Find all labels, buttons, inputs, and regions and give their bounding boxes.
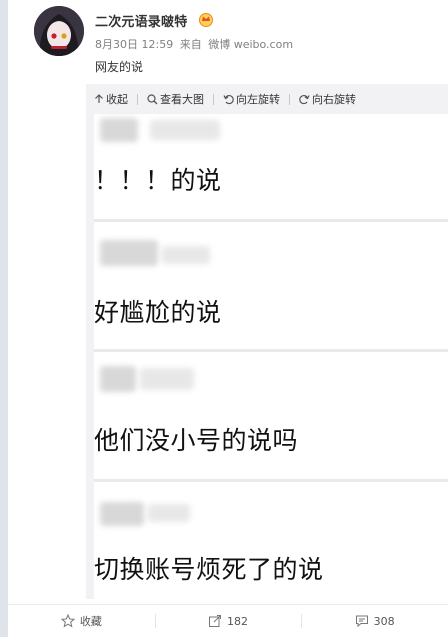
weibo-post-card: 二次元语录啵特 8月30日 12:59 来自 微博 weibo.com 网友的说… <box>8 0 448 637</box>
view-large-button[interactable]: 查看大图 <box>147 91 204 107</box>
post-text: 网友的说 <box>95 60 144 74</box>
message-bubble: ！！！的说 <box>94 114 448 219</box>
collapse-label: 收起 <box>106 93 128 106</box>
post-action-bar: 收藏 182 308 <box>8 604 448 637</box>
vip-crown-icon[interactable] <box>198 11 214 27</box>
view-large-label: 查看大图 <box>160 93 204 106</box>
message-text: 切换账号烦死了的说 <box>94 555 324 584</box>
blurred-username <box>100 118 138 142</box>
media-viewer: 收起 查看大图 向左旋转 向右旋转 ！！！的说 好尴尬的说 他们没小号的说吗 切… <box>86 84 448 599</box>
rotate-left-button[interactable]: 向左旋转 <box>223 91 280 107</box>
blurred-username <box>150 120 220 140</box>
message-bubble: 好尴尬的说 <box>94 222 448 349</box>
toolbar-divider <box>289 93 290 105</box>
arrow-up-icon <box>95 94 103 103</box>
media-toolbar: 收起 查看大图 向左旋转 向右旋转 <box>86 84 448 114</box>
blurred-username <box>100 366 136 392</box>
comment-count: 308 <box>373 614 395 628</box>
message-text: 他们没小号的说吗 <box>94 426 299 455</box>
screenshot-image[interactable]: ！！！的说 好尴尬的说 他们没小号的说吗 切换账号烦死了的说 <box>94 114 448 599</box>
blurred-username <box>100 240 158 266</box>
repost-icon <box>209 615 221 627</box>
message-bubble: 切换账号烦死了的说 <box>94 482 448 599</box>
comment-icon <box>355 615 368 628</box>
repost-button[interactable]: 182 <box>154 605 302 637</box>
source-prefix: 来自 <box>179 38 202 51</box>
post-source[interactable]: 微博 weibo.com <box>208 38 293 51</box>
anime-avatar-image <box>34 6 84 56</box>
collapse-button[interactable]: 收起 <box>94 91 128 107</box>
message-text: ！！！的说 <box>94 166 222 195</box>
comment-button[interactable]: 308 <box>301 605 448 637</box>
blurred-username <box>162 246 210 264</box>
blurred-username <box>100 502 144 526</box>
favorite-label: 收藏 <box>79 615 102 628</box>
post-date[interactable]: 8月30日 12:59 <box>95 38 173 51</box>
rotate-left-icon <box>223 94 234 104</box>
avatar[interactable] <box>34 6 84 56</box>
favorite-button[interactable]: 收藏 <box>8 605 155 637</box>
toolbar-divider <box>137 93 138 105</box>
rotate-right-button[interactable]: 向右旋转 <box>299 91 356 107</box>
author-name[interactable]: 二次元语录啵特 <box>95 11 187 30</box>
repost-count: 182 <box>227 614 248 628</box>
message-text: 好尴尬的说 <box>94 298 222 327</box>
magnifier-icon <box>147 93 158 104</box>
message-bubble: 他们没小号的说吗 <box>94 352 448 479</box>
rotate-right-label: 向右旋转 <box>312 93 356 106</box>
star-icon <box>60 614 75 628</box>
post-meta: 8月30日 12:59 来自 微博 weibo.com <box>95 36 296 52</box>
rotate-right-icon <box>299 94 310 104</box>
rotate-left-label: 向左旋转 <box>236 93 280 106</box>
toolbar-divider <box>213 93 214 105</box>
blurred-username <box>148 504 190 522</box>
blurred-username <box>140 368 194 390</box>
